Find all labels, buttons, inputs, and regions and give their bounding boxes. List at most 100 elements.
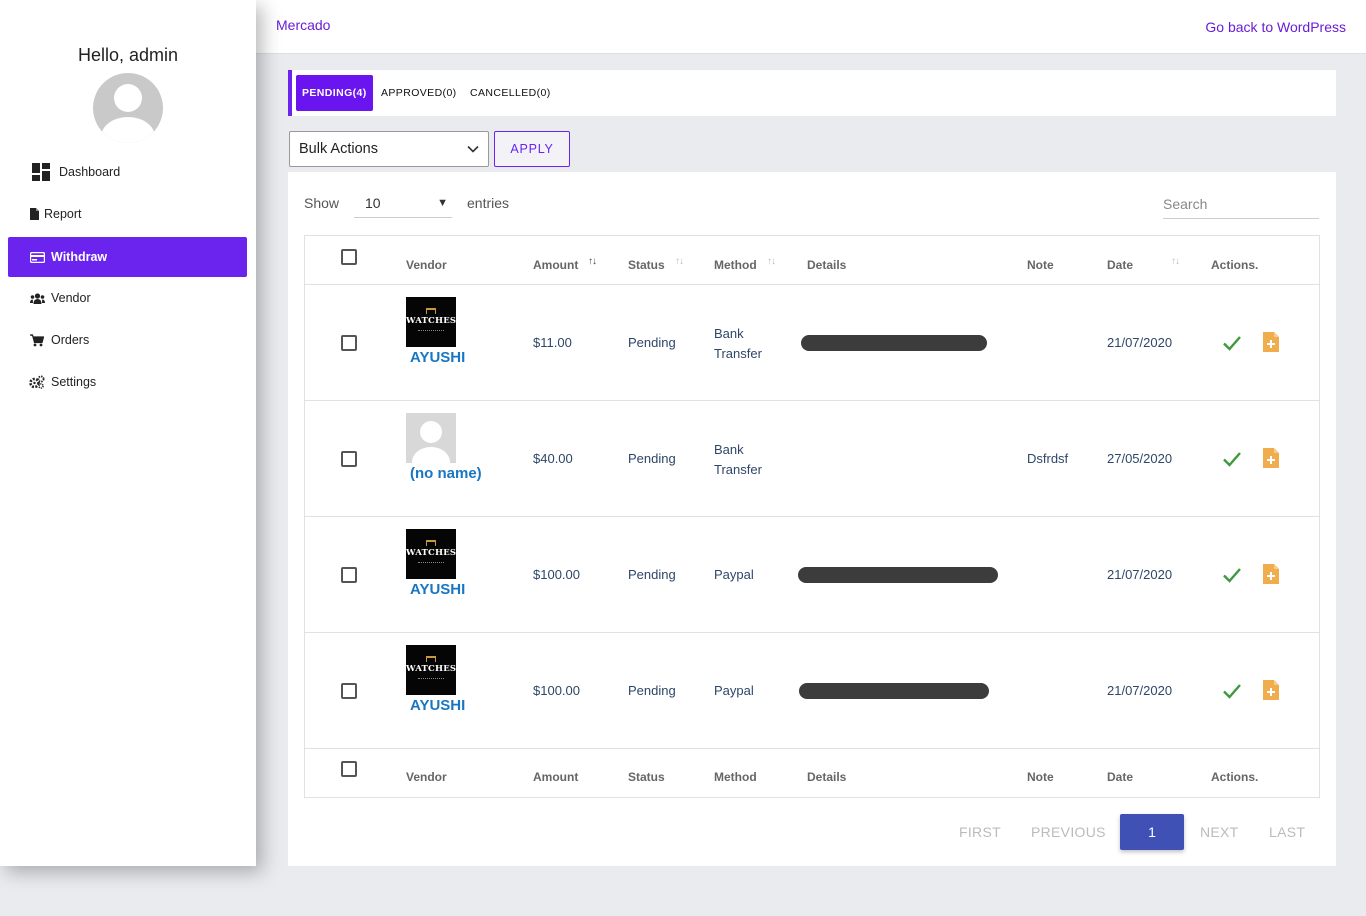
check-icon[interactable] [1222, 565, 1242, 585]
tab-pending[interactable]: PENDING(4) [296, 75, 373, 111]
method-cell: Paypal [714, 567, 754, 582]
method-cell: Bank Transfer [714, 442, 762, 477]
pagination-last[interactable]: LAST [1269, 824, 1305, 840]
sort-icon[interactable]: ↑↓ [675, 256, 684, 267]
col-status[interactable]: Status [628, 258, 665, 272]
entries-select[interactable]: 10 ▼ [354, 190, 452, 218]
file-plus-icon[interactable] [1263, 448, 1279, 468]
details-redacted [798, 567, 998, 583]
caret-down-icon: ▼ [437, 197, 448, 209]
date-cell: 21/07/2020 [1107, 335, 1173, 350]
col-note-footer: Note [1027, 770, 1054, 784]
vendor-name-link[interactable]: AYUSHI [410, 697, 465, 714]
pagination-first[interactable]: FIRST [959, 824, 1001, 840]
status-tabs: PENDING(4) APPROVED(0) CANCELLED(0) [288, 70, 1336, 116]
row-checkbox[interactable] [341, 451, 357, 467]
date-cell: 21/07/2020 [1107, 683, 1173, 698]
status-cell: Pending [628, 683, 676, 698]
details-redacted [801, 335, 987, 351]
vendor-name-link[interactable]: (no name) [410, 465, 482, 482]
tab-cancelled[interactable]: CANCELLED(0) [470, 75, 551, 111]
method-cell: Paypal [714, 683, 754, 698]
vendor-name-link[interactable]: AYUSHI [410, 349, 465, 366]
file-icon [29, 206, 39, 222]
sidebar-item-label: Vendor [51, 291, 91, 305]
col-date-footer: Date [1107, 770, 1134, 784]
row-checkbox[interactable] [341, 683, 357, 699]
withdraw-table: Vendor Amount ↑↓ Status ↑↓ Method ↑↓ Det… [304, 235, 1320, 798]
greeting: Hello, admin [77, 45, 179, 65]
col-status-footer: Status [628, 770, 665, 784]
vendor-avatar-placeholder [406, 413, 456, 463]
col-amount-footer: Amount [533, 770, 579, 784]
apply-button[interactable]: APPLY [494, 131, 570, 167]
sidebar-item-settings[interactable]: Settings [8, 362, 247, 402]
entries-value: 10 [365, 195, 381, 211]
credit-card-icon [29, 249, 45, 265]
back-to-wordpress-link[interactable]: Go back to WordPress [1205, 19, 1346, 35]
col-vendor[interactable]: Vendor [406, 258, 447, 272]
status-cell: Pending [628, 335, 676, 350]
pagination-page-1[interactable]: 1 [1120, 814, 1184, 850]
sort-icon[interactable]: ↑↓ [1171, 256, 1180, 267]
gears-icon [29, 374, 45, 390]
note-cell: Dsfrdsf [1027, 451, 1069, 466]
pagination-previous[interactable]: PREVIOUS [1031, 824, 1106, 840]
row-checkbox[interactable] [341, 335, 357, 351]
sidebar-item-label: Dashboard [59, 165, 121, 179]
cart-icon [29, 332, 45, 348]
sidebar-item-withdraw[interactable]: Withdraw [8, 237, 247, 277]
select-all-checkbox-footer[interactable] [341, 761, 357, 777]
date-cell: 21/07/2020 [1107, 567, 1173, 582]
col-actions-footer: Actions. [1211, 770, 1259, 784]
sidebar-item-orders[interactable]: Orders [8, 320, 247, 360]
search-input[interactable] [1163, 189, 1319, 219]
sort-icon[interactable]: ↑↓ [588, 256, 597, 267]
status-cell: Pending [628, 567, 676, 582]
check-icon[interactable] [1222, 681, 1242, 701]
bulk-actions-select[interactable]: Bulk Actions [289, 131, 489, 167]
sort-icon[interactable]: ↑↓ [767, 256, 776, 267]
check-icon[interactable] [1222, 449, 1242, 469]
sidebar-item-vendor[interactable]: Vendor [8, 278, 247, 318]
col-method-footer: Method [714, 770, 757, 784]
table-row: (no name) $40.00 Pending Bank Transfer D… [305, 400, 1319, 516]
col-method[interactable]: Method [714, 258, 757, 272]
sidebar: Hello, admin Dashboard Report Withdraw V… [0, 0, 256, 866]
bulk-actions-value: Bulk Actions [299, 141, 378, 157]
col-vendor-footer: Vendor [406, 770, 447, 784]
chevron-down-icon [467, 132, 479, 166]
sidebar-item-label: Withdraw [51, 250, 108, 264]
method-cell: Bank Transfer [714, 326, 762, 361]
dashboard-icon [32, 163, 50, 181]
col-date[interactable]: Date [1107, 258, 1133, 272]
sidebar-item-dashboard[interactable]: Dashboard [8, 152, 247, 192]
vendor-name-link[interactable]: AYUSHI [410, 581, 465, 598]
table-header: Vendor Amount ↑↓ Status ↑↓ Method ↑↓ Det… [305, 236, 1319, 284]
table-footer: Vendor Amount Status Method Details Note… [305, 748, 1319, 797]
select-all-checkbox[interactable] [341, 249, 357, 265]
col-details: Details [807, 258, 847, 272]
tab-approved[interactable]: APPROVED(0) [381, 75, 457, 111]
entries-label: entries [467, 195, 510, 211]
file-plus-icon[interactable] [1263, 332, 1279, 352]
brand-link[interactable]: Mercado [276, 17, 330, 33]
file-plus-icon[interactable] [1263, 564, 1279, 584]
pagination-next[interactable]: NEXT [1200, 824, 1239, 840]
col-actions: Actions. [1211, 258, 1259, 272]
col-amount[interactable]: Amount [533, 258, 578, 272]
file-plus-icon[interactable] [1263, 680, 1279, 700]
show-label: Show [304, 195, 340, 211]
avatar [93, 73, 163, 143]
row-checkbox[interactable] [341, 567, 357, 583]
status-cell: Pending [628, 451, 676, 466]
vendor-logo: WATCHES [406, 529, 456, 579]
table-row: WATCHES AYUSHI $100.00 Pending Paypal 21… [305, 632, 1319, 748]
sidebar-item-label: Orders [51, 333, 90, 347]
amount-cell: $11.00 [533, 335, 572, 350]
details-redacted [799, 683, 989, 699]
sidebar-item-report[interactable]: Report [8, 194, 247, 234]
check-icon[interactable] [1222, 333, 1242, 353]
col-note: Note [1027, 258, 1054, 272]
sidebar-item-label: Settings [51, 375, 97, 389]
